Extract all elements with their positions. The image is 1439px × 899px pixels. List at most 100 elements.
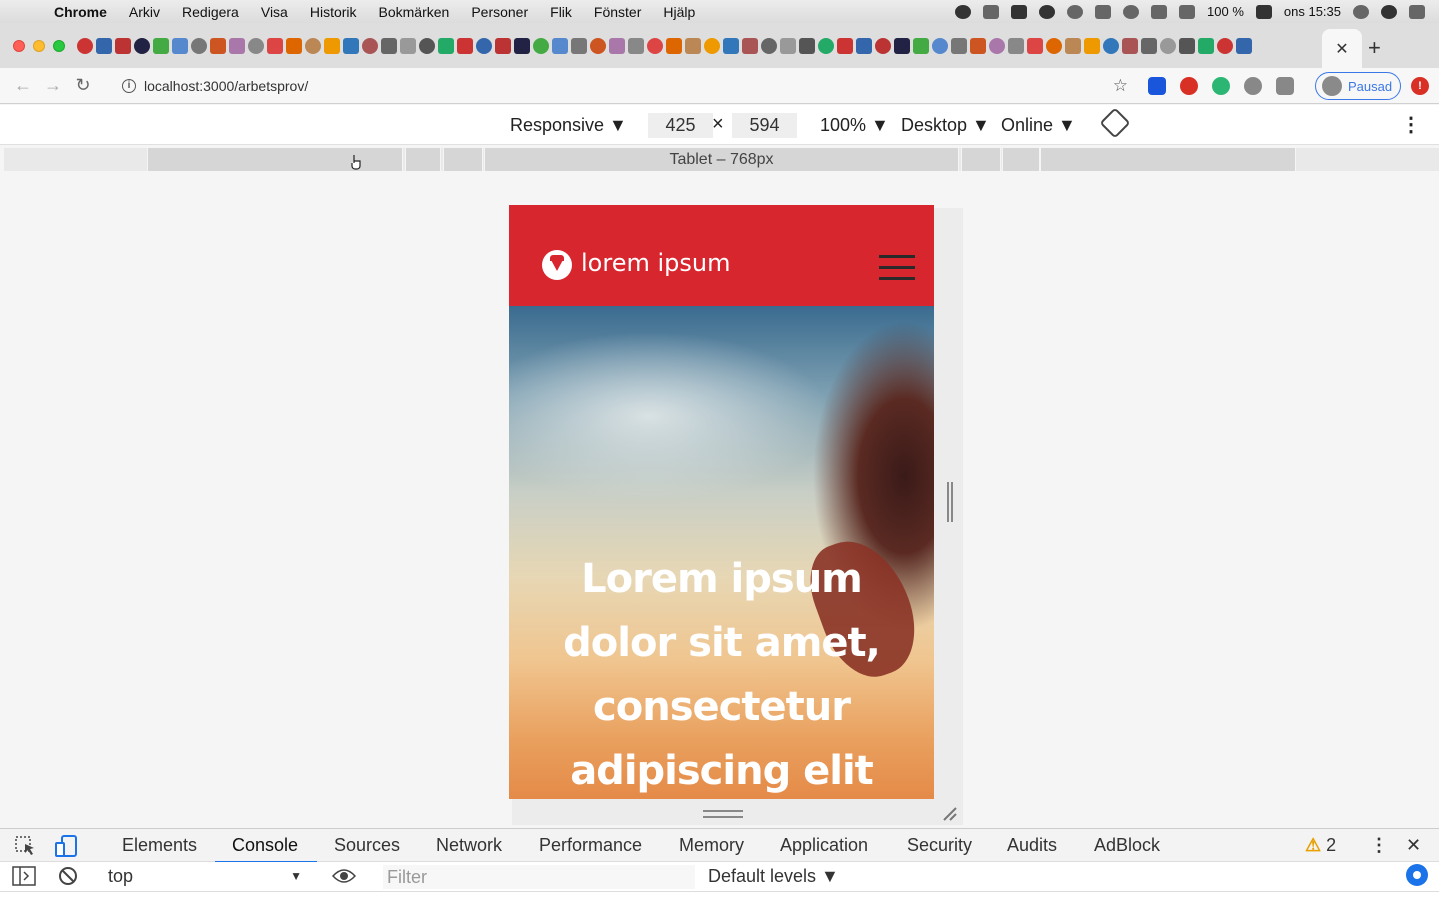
pinned-tab-favicon[interactable] [134, 37, 150, 54]
cloud-icon[interactable] [1039, 4, 1056, 19]
pinned-tab-favicon[interactable] [457, 37, 473, 54]
notification-center-icon[interactable] [1409, 4, 1425, 19]
pinned-tab-favicon[interactable] [970, 37, 986, 54]
pinned-tab-favicon[interactable] [590, 37, 606, 54]
pinned-tab-favicon[interactable] [609, 37, 625, 54]
battery-icon[interactable] [1255, 4, 1272, 19]
new-tab-button[interactable]: + [1368, 35, 1381, 61]
siri-icon[interactable] [1381, 4, 1397, 19]
zoom-select[interactable]: 100% ▼ [820, 115, 889, 136]
tab-adblock[interactable]: AdBlock [1094, 835, 1160, 856]
bookmark-star-icon[interactable]: ☆ [1113, 76, 1128, 96]
window-minimize-button[interactable] [33, 39, 45, 52]
window-close-button[interactable] [13, 39, 25, 52]
pinned-tab-favicon[interactable] [628, 37, 644, 54]
tab-network[interactable]: Network [436, 835, 502, 856]
extension-icon-3[interactable] [1212, 77, 1230, 95]
pinned-tab-favicon[interactable] [1027, 37, 1043, 54]
menu-flik[interactable]: Flik [550, 4, 572, 20]
pinned-tab-favicon[interactable] [495, 37, 511, 54]
tab-close-icon[interactable]: ✕ [1335, 39, 1348, 59]
pinned-tab-favicon[interactable] [229, 37, 245, 54]
pinned-tab-favicon[interactable] [419, 37, 435, 54]
pinned-tab-favicon[interactable] [647, 37, 663, 54]
sidebar-toggle-icon[interactable] [12, 866, 36, 886]
menu-fonster[interactable]: Fönster [594, 4, 641, 20]
viewport-height-input[interactable]: 594 [732, 113, 797, 138]
pinned-tab-favicon[interactable] [951, 37, 967, 54]
pinned-tab-favicon[interactable] [248, 37, 264, 54]
tab-memory[interactable]: Memory [679, 835, 744, 856]
pinned-tab-favicon[interactable] [210, 37, 226, 54]
spotlight-icon[interactable] [1353, 4, 1369, 19]
pinned-tab-favicon[interactable] [533, 37, 549, 54]
pinned-tab-favicon[interactable] [932, 37, 948, 54]
pinned-tab-favicon[interactable] [1065, 37, 1081, 54]
warning-counter[interactable]: ⚠ 2 [1305, 835, 1336, 856]
pinned-tab-favicon[interactable] [723, 37, 739, 54]
pinned-tab-favicon[interactable] [1122, 37, 1138, 54]
airplay-icon[interactable] [1095, 4, 1112, 19]
device-toolbar-more-icon[interactable]: ⋮ [1401, 115, 1421, 135]
resize-handle-right[interactable] [947, 482, 953, 522]
pinned-tab-favicon[interactable] [742, 37, 758, 54]
clock[interactable]: ons 15:35 [1284, 4, 1341, 19]
pinned-tab-favicon[interactable] [1008, 37, 1024, 54]
pinned-tab-favicon[interactable] [153, 37, 169, 54]
pinned-tab-favicon[interactable] [514, 37, 530, 54]
reload-button[interactable]: ↻ [68, 75, 98, 96]
pinned-tab-favicon[interactable] [666, 37, 682, 54]
pinned-tab-favicon[interactable] [1217, 37, 1233, 54]
tab-performance[interactable]: Performance [539, 835, 642, 856]
pinned-tab-favicon[interactable] [381, 37, 397, 54]
pinned-tab-favicon[interactable] [172, 37, 188, 54]
menu-app-name[interactable]: Chrome [54, 4, 107, 20]
pinned-tab-favicon[interactable] [305, 37, 321, 54]
device-type-select[interactable]: Desktop ▼ [901, 115, 990, 136]
menu-personer[interactable]: Personer [471, 4, 528, 20]
device-toggle-icon[interactable] [54, 834, 80, 858]
pinned-tab-favicon[interactable] [856, 37, 872, 54]
pinned-tab-favicon[interactable] [875, 37, 891, 54]
wifi-icon[interactable] [1179, 4, 1196, 19]
tab-security[interactable]: Security [907, 835, 972, 856]
pinned-tab-favicon[interactable] [362, 37, 378, 54]
clear-console-icon[interactable] [58, 866, 78, 886]
site-info-icon[interactable]: i [122, 79, 136, 93]
console-filter-input[interactable]: Filter [383, 865, 695, 889]
pinned-tab-favicon[interactable] [1141, 37, 1157, 54]
pinned-tab-favicon[interactable] [989, 37, 1005, 54]
context-select[interactable]: top ▼ [108, 864, 308, 888]
back-button[interactable]: ← [8, 75, 38, 96]
forward-button[interactable]: → [38, 75, 68, 96]
dropbox-icon[interactable] [983, 4, 1000, 19]
pinned-tab-favicon[interactable] [1198, 37, 1214, 54]
site-brand[interactable]: lorem ipsum [581, 249, 730, 277]
window-zoom-button[interactable] [53, 39, 65, 52]
pinned-tab-favicon[interactable] [1084, 37, 1100, 54]
record-icon[interactable] [955, 4, 972, 19]
pinned-tab-favicon[interactable] [96, 37, 112, 54]
pinned-tab-favicon[interactable] [571, 37, 587, 54]
pinned-tab-favicon[interactable] [1103, 37, 1119, 54]
pinned-tab-favicon[interactable] [704, 37, 720, 54]
pinned-tab-favicon[interactable] [191, 37, 207, 54]
pinned-tab-favicon[interactable] [685, 37, 701, 54]
pinned-tab-favicon[interactable] [267, 37, 283, 54]
pinned-tab-favicon[interactable] [761, 37, 777, 54]
resize-corner-icon[interactable] [940, 804, 960, 824]
eye-icon[interactable] [332, 868, 356, 884]
pinned-tab-favicon[interactable] [1160, 37, 1176, 54]
pinned-tab-favicon[interactable] [837, 37, 853, 54]
extension-icon-2[interactable] [1180, 77, 1198, 95]
pinned-tab-favicon[interactable] [77, 37, 93, 54]
tab-console[interactable]: Console [232, 835, 298, 856]
address-bar[interactable]: i localhost:3000/arbetsprov/ ☆ [108, 71, 1138, 101]
pinned-tab-favicon[interactable] [818, 37, 834, 54]
viewport-width-input[interactable]: 425 [648, 113, 713, 138]
menu-visa[interactable]: Visa [261, 4, 288, 20]
pinned-tab-favicon[interactable] [1046, 37, 1062, 54]
extension-icon-1[interactable] [1148, 77, 1166, 95]
camera-icon[interactable] [1276, 77, 1294, 95]
devtools-more-icon[interactable]: ⋮ [1370, 835, 1388, 856]
